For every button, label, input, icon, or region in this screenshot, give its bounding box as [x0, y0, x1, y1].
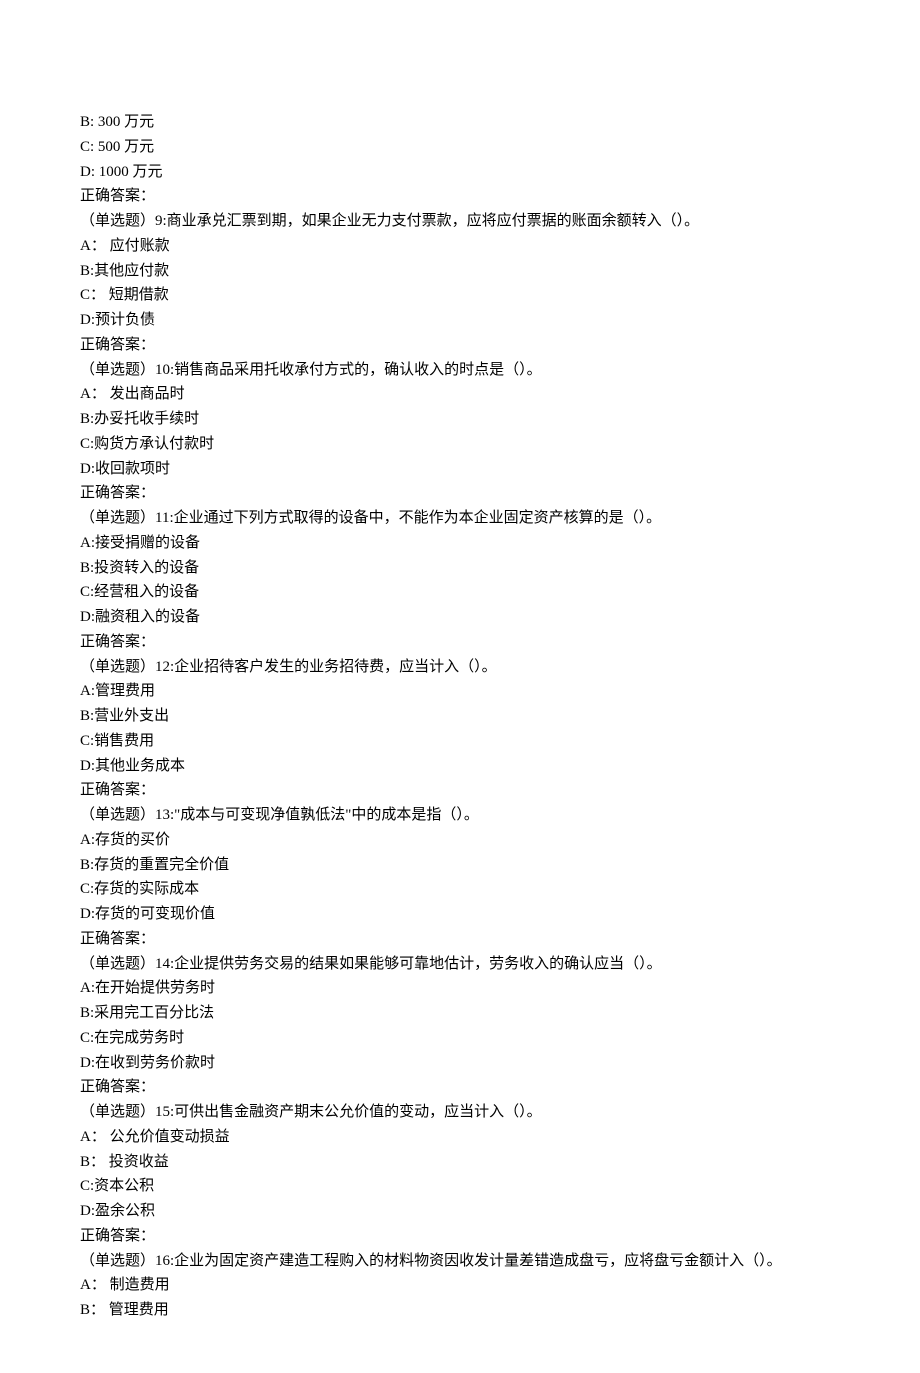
- text-line: A:存货的买价: [80, 828, 840, 853]
- text-line: D:预计负债: [80, 308, 840, 333]
- text-line: 正确答案：: [80, 1075, 840, 1100]
- text-line: （单选题）14:企业提供劳务交易的结果如果能够可靠地估计，劳务收入的确认应当（）…: [80, 952, 840, 977]
- text-line: 正确答案：: [80, 333, 840, 358]
- text-line: D:收回款项时: [80, 457, 840, 482]
- text-line: A:在开始提供劳务时: [80, 976, 840, 1001]
- text-line: D:存货的可变现价值: [80, 902, 840, 927]
- text-line: B:办妥托收手续时: [80, 407, 840, 432]
- text-line: （单选题）16:企业为固定资产建造工程购入的材料物资因收发计量差错造成盘亏，应将…: [80, 1249, 840, 1274]
- text-line: 正确答案：: [80, 184, 840, 209]
- text-line: 正确答案：: [80, 927, 840, 952]
- text-line: B:存货的重置完全价值: [80, 853, 840, 878]
- text-line: D:其他业务成本: [80, 754, 840, 779]
- text-line: A： 公允价值变动损益: [80, 1125, 840, 1150]
- text-line: C:购货方承认付款时: [80, 432, 840, 457]
- text-line: 正确答案：: [80, 481, 840, 506]
- text-line: 正确答案：: [80, 778, 840, 803]
- document-content: B: 300 万元C: 500 万元D: 1000 万元正确答案：（单选题）9:…: [80, 110, 840, 1323]
- text-line: D:融资租入的设备: [80, 605, 840, 630]
- text-line: C:资本公积: [80, 1174, 840, 1199]
- text-line: D:在收到劳务价款时: [80, 1051, 840, 1076]
- text-line: （单选题）9:商业承兑汇票到期，如果企业无力支付票款，应将应付票据的账面余额转入…: [80, 209, 840, 234]
- text-line: A： 应付账款: [80, 234, 840, 259]
- text-line: B:其他应付款: [80, 259, 840, 284]
- text-line: C： 短期借款: [80, 283, 840, 308]
- text-line: B： 投资收益: [80, 1150, 840, 1175]
- text-line: A:接受捐赠的设备: [80, 531, 840, 556]
- text-line: （单选题）11:企业通过下列方式取得的设备中，不能作为本企业固定资产核算的是（）…: [80, 506, 840, 531]
- text-line: C:经营租入的设备: [80, 580, 840, 605]
- text-line: A： 制造费用: [80, 1273, 840, 1298]
- text-line: （单选题）15:可供出售金融资产期末公允价值的变动，应当计入（）。: [80, 1100, 840, 1125]
- text-line: C:在完成劳务时: [80, 1026, 840, 1051]
- text-line: A:管理费用: [80, 679, 840, 704]
- text-line: （单选题）12:企业招待客户发生的业务招待费，应当计入（）。: [80, 655, 840, 680]
- text-line: B: 300 万元: [80, 110, 840, 135]
- text-line: D:盈余公积: [80, 1199, 840, 1224]
- text-line: B:投资转入的设备: [80, 556, 840, 581]
- text-line: B:营业外支出: [80, 704, 840, 729]
- text-line: 正确答案：: [80, 1224, 840, 1249]
- text-line: A： 发出商品时: [80, 382, 840, 407]
- text-line: C:销售费用: [80, 729, 840, 754]
- text-line: C:存货的实际成本: [80, 877, 840, 902]
- text-line: C: 500 万元: [80, 135, 840, 160]
- text-line: 正确答案：: [80, 630, 840, 655]
- text-line: B:采用完工百分比法: [80, 1001, 840, 1026]
- text-line: D: 1000 万元: [80, 160, 840, 185]
- text-line: B： 管理费用: [80, 1298, 840, 1323]
- text-line: （单选题）13:"成本与可变现净值孰低法"中的成本是指（）。: [80, 803, 840, 828]
- text-line: （单选题）10:销售商品采用托收承付方式的，确认收入的时点是（）。: [80, 358, 840, 383]
